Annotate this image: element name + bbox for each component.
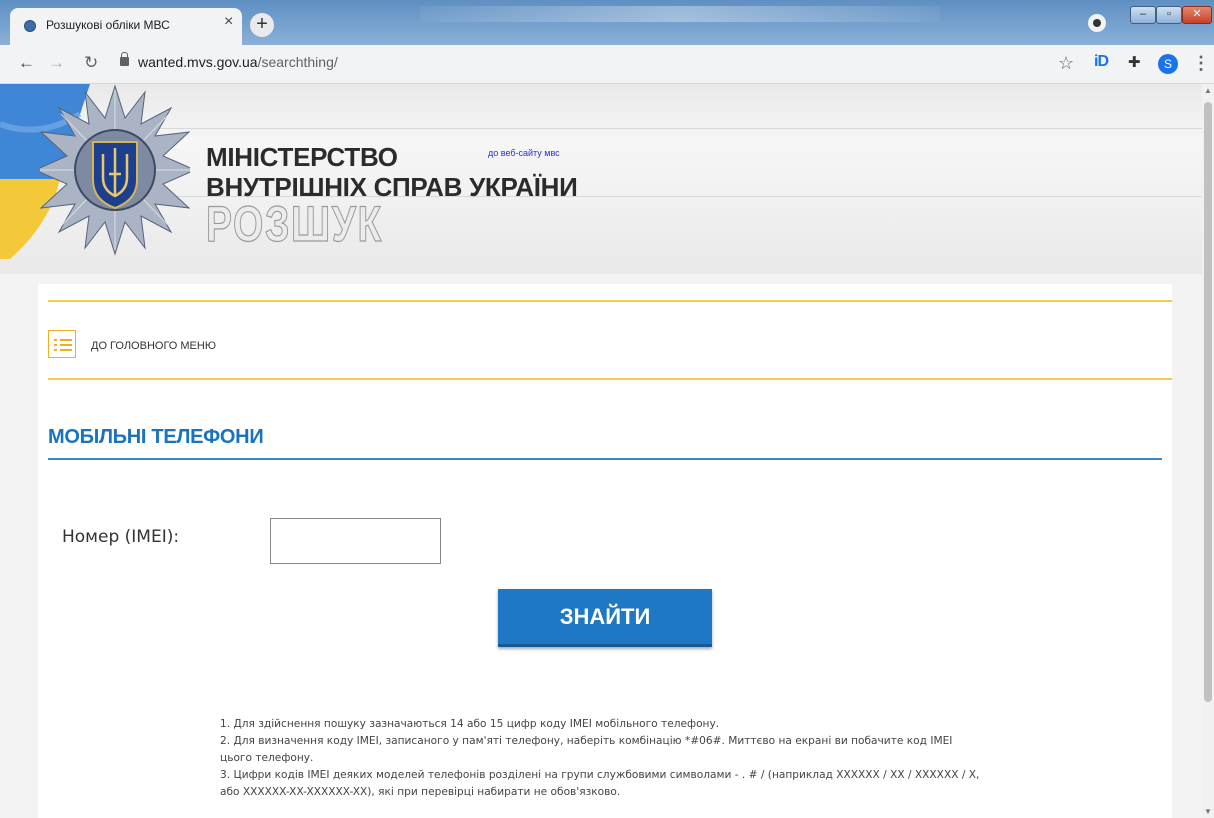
- browser-menu-icon[interactable]: ⋮: [1192, 53, 1210, 74]
- ministry-title-line1: МІНІСТЕРСТВО: [206, 142, 398, 172]
- imei-label: Номер (IMEI):: [62, 527, 180, 547]
- window-minimize-button[interactable]: ‒: [1130, 6, 1156, 24]
- mvs-star-emblem-logo: [40, 84, 190, 256]
- browser-titlebar: Розшукові обліки МВС × + ‒ ▫ ✕: [0, 0, 1214, 45]
- bottom-yellow-divider: [48, 378, 1172, 380]
- list-icon-bar: [60, 349, 72, 351]
- list-icon-bar: [60, 344, 72, 346]
- scrollbar-thumb[interactable]: [1204, 102, 1212, 702]
- media-record-icon[interactable]: [1088, 14, 1106, 32]
- tab-close-button[interactable]: ×: [224, 14, 233, 30]
- scroll-up-arrow-icon[interactable]: ▲: [1202, 86, 1214, 95]
- window-title-glass: [420, 6, 940, 22]
- reload-icon[interactable]: ↻: [84, 53, 98, 73]
- profile-avatar[interactable]: S: [1158, 54, 1178, 74]
- mvs-website-link[interactable]: до веб-сайту мвс: [488, 148, 560, 158]
- instruction-item: 3. Цифри кодів IMEI деяких моделей телеф…: [220, 769, 980, 798]
- tab-title: Розшукові обліки МВС: [46, 18, 170, 32]
- main-menu-list-icon[interactable]: [48, 330, 76, 358]
- main-menu-link[interactable]: ДО ГОЛОВНОГО МЕНЮ: [91, 340, 216, 352]
- page-viewport: МІНІСТЕРСТВО ВНУТРІШНІХ СПРАВ УКРАЇНИ до…: [0, 84, 1202, 818]
- browser-tab[interactable]: Розшукові обліки МВС ×: [10, 8, 242, 45]
- page-scrollbar[interactable]: ▲ ▼: [1202, 84, 1214, 818]
- back-arrow-icon[interactable]: ←: [18, 53, 35, 73]
- search-instructions: 1. Для здійснення пошуку зазначаються 14…: [220, 716, 980, 801]
- list-icon-dot: [54, 349, 57, 351]
- new-tab-button[interactable]: +: [250, 13, 274, 37]
- instruction-item: 2. Для визначення коду IMEI, записаного …: [220, 735, 953, 764]
- search-button[interactable]: ЗНАЙТИ: [498, 589, 712, 647]
- list-icon-dot: [54, 344, 57, 346]
- bookmark-star-icon[interactable]: ☆: [1058, 53, 1074, 74]
- list-icon-dot: [54, 339, 57, 341]
- window-close-button[interactable]: ✕: [1182, 6, 1212, 24]
- lock-icon[interactable]: [120, 52, 129, 66]
- rozshuk-logo-text: РОЗШУК: [206, 196, 383, 252]
- top-yellow-divider: [48, 300, 1172, 302]
- window-maximize-button[interactable]: ▫: [1156, 6, 1182, 24]
- imei-input[interactable]: [270, 518, 441, 564]
- site-header: МІНІСТЕРСТВО ВНУТРІШНІХ СПРАВ УКРАЇНИ до…: [0, 84, 1202, 274]
- scroll-down-arrow-icon[interactable]: ▼: [1202, 807, 1214, 816]
- id-extension-icon[interactable]: iD: [1094, 53, 1109, 71]
- address-bar[interactable]: wanted.mvs.gov.ua/searchthing/: [138, 54, 338, 70]
- tab-favicon-icon: [24, 20, 36, 32]
- section-title: МОБІЛЬНІ ТЕЛЕФОНИ: [48, 426, 264, 448]
- browser-toolbar: ← → ↻ wanted.mvs.gov.ua/searchthing/ ☆ i…: [0, 45, 1214, 84]
- extensions-puzzle-icon[interactable]: ✚: [1128, 53, 1141, 71]
- instruction-item: 1. Для здійснення пошуку зазначаються 14…: [220, 718, 720, 730]
- url-host: wanted.mvs.gov.ua: [138, 54, 258, 70]
- url-path: /searchthing/: [257, 54, 338, 70]
- main-content: ДО ГОЛОВНОГО МЕНЮ МОБІЛЬНІ ТЕЛЕФОНИ Номе…: [38, 284, 1172, 818]
- section-title-underline: [48, 458, 1162, 460]
- forward-arrow-icon[interactable]: →: [48, 53, 65, 73]
- list-icon-bar: [60, 339, 72, 341]
